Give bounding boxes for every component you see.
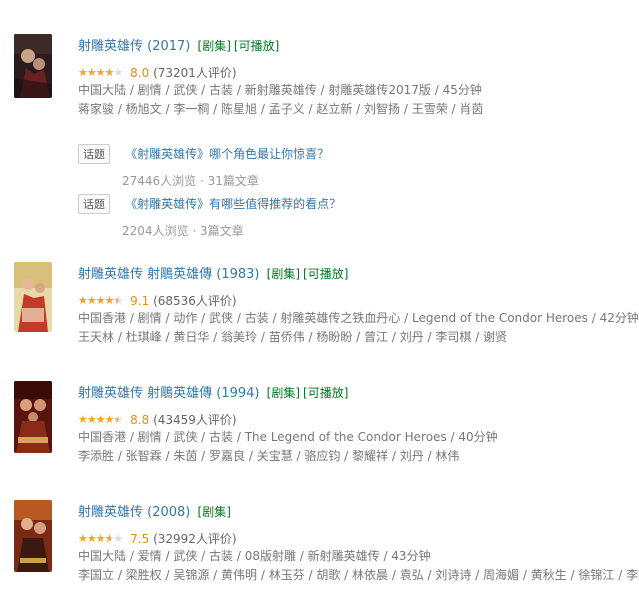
topic-stats: 27446人浏览 · 31篇文章 (122, 173, 259, 188)
topic-title[interactable]: 《射雕英雄传》哪个角色最让你惊喜？ (125, 147, 329, 161)
meta-cast: 李添胜 / 张智霖 / 朱茵 / 罗嘉良 / 关宝慧 / 骆应钧 / 黎耀祥 /… (78, 449, 460, 463)
tag-playable[interactable]: [可播放] (303, 386, 348, 400)
meta-genres: 中国大陆 / 爱情 / 武侠 / 古装 / 08版射雕 / 新射雕英雄传 / 4… (78, 549, 431, 563)
rating-count: (68536人评价) (153, 294, 237, 308)
meta-cast: 王天林 / 杜琪峰 / 黄日华 / 翁美玲 / 苗侨伟 / 杨盼盼 / 曾江 /… (78, 330, 508, 344)
result-title[interactable]: 射雕英雄传 射鵰英雄傳 (1994) (78, 386, 260, 401)
meta-genres: 中国香港 / 剧情 / 武侠 / 古装 / The Legend of the … (78, 430, 498, 444)
result-title[interactable]: 射雕英雄传 (2008) (78, 505, 190, 520)
rating-stars: ★★★★★★★★★★ (78, 532, 123, 545)
meta-cast: 李国立 / 梁胜权 / 吴锦源 / 黄伟明 / 林玉芬 / 胡歌 / 林依晨 /… (78, 568, 639, 582)
topic-item: 话题 《射雕英雄传》哪个角色最让你惊喜？ 27446人浏览 · 31篇文章 (78, 143, 329, 189)
result-title[interactable]: 射雕英雄传 (2017) (78, 39, 190, 54)
tag-series[interactable]: [剧集] (198, 39, 231, 53)
rating-stars: ★★★★★★★★★★ (78, 294, 123, 307)
topic-badge[interactable]: 话题 (78, 193, 110, 214)
rating-stars: ★★★★★★★★★★ (78, 66, 123, 79)
meta-cast: 蒋家骏 / 杨旭文 / 李一桐 / 陈星旭 / 孟子义 / 赵立新 / 刘智扬 … (78, 102, 484, 116)
tag-series[interactable]: [剧集] (198, 505, 231, 519)
poster-image[interactable] (14, 381, 52, 453)
topic-title[interactable]: 《射雕英雄传》有哪些值得推荐的看点？ (125, 197, 341, 211)
rating-score: 8.0 (130, 66, 150, 80)
rating-count: (43459人评价) (153, 413, 237, 427)
topic-badge[interactable]: 话题 (78, 143, 110, 164)
poster-image[interactable] (14, 262, 52, 332)
meta-genres: 中国大陆 / 剧情 / 武侠 / 古装 / 新射雕英雄传 / 射雕英雄传2017… (78, 83, 482, 97)
result-title[interactable]: 射雕英雄传 射鵰英雄傳 (1983) (78, 267, 260, 282)
topic-item: 话题 《射雕英雄传》有哪些值得推荐的看点？ 2204人浏览 · 3篇文章 (78, 193, 341, 239)
poster-image[interactable] (14, 34, 52, 98)
rating-score: 7.5 (130, 532, 150, 546)
tag-playable[interactable]: [可播放] (234, 39, 279, 53)
tag-playable[interactable]: [可播放] (303, 267, 348, 281)
rating-score: 8.8 (130, 413, 150, 427)
tag-series[interactable]: [剧集] (267, 267, 300, 281)
rating-count: (73201人评价) (153, 66, 237, 80)
meta-genres: 中国香港 / 剧情 / 动作 / 武侠 / 古装 / 射雕英雄传之铁血丹心 / … (78, 311, 639, 325)
rating-count: (32992人评价) (153, 532, 237, 546)
poster-image[interactable] (14, 500, 52, 572)
topic-stats: 2204人浏览 · 3篇文章 (122, 223, 244, 238)
tag-series[interactable]: [剧集] (267, 386, 300, 400)
rating-score: 9.1 (130, 294, 150, 308)
rating-stars: ★★★★★★★★★★ (78, 413, 123, 426)
